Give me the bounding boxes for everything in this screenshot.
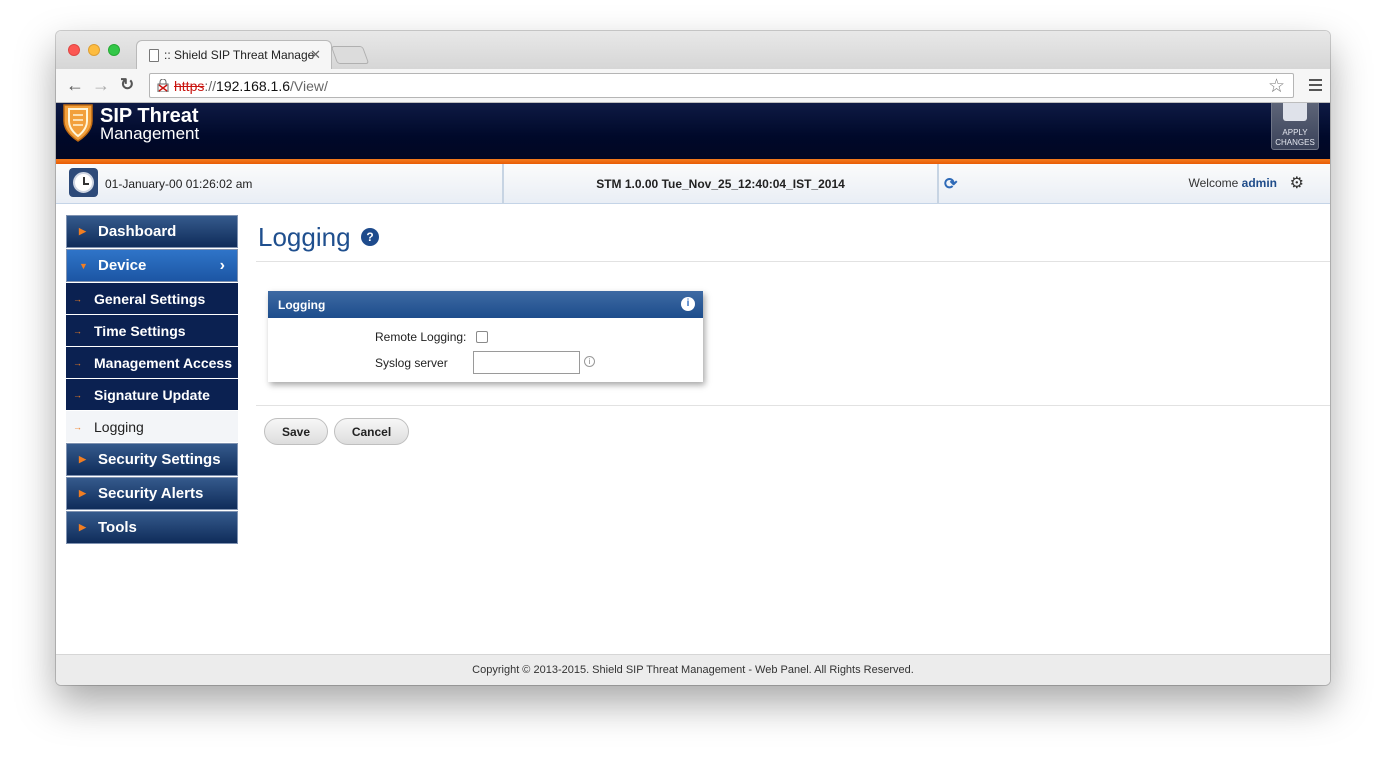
clock-icon (69, 168, 98, 197)
reload-icon[interactable]: ↻ (120, 75, 134, 95)
url-scheme: https (174, 77, 205, 94)
status-divider (937, 164, 939, 204)
sidebar-item-signature-update[interactable]: → Signature Update (66, 379, 238, 410)
panel-header: Logging i (268, 291, 703, 318)
welcome-text: Welcome admin (1189, 176, 1277, 190)
syslog-info-icon[interactable]: i (584, 356, 595, 367)
apply-changes-button[interactable]: APPLY CHANGES (1271, 103, 1319, 150)
sidebar-item-label: Security Alerts (98, 485, 204, 502)
caret-right-icon: ▶ (79, 522, 86, 532)
sidebar-item-device[interactable]: ▼ Device › (66, 249, 238, 282)
address-bar[interactable]: https://192.168.1.6/View/ ☆ (149, 73, 1294, 98)
forward-arrow-icon[interactable]: → (92, 75, 110, 96)
browser-toolbar: ← → ↻ https://192.168.1.6/View/ ☆ (56, 69, 1330, 103)
sidebar-item-label: Time Settings (94, 322, 186, 339)
document-icon (149, 48, 159, 62)
window-controls (68, 44, 120, 56)
sidebar-item-label: Security Settings (98, 451, 221, 468)
bookmark-star-icon[interactable]: ☆ (1268, 75, 1285, 98)
url-path: /View/ (290, 77, 328, 94)
sidebar-nav: ▶ Dashboard ▼ Device › → General Setting… (66, 215, 238, 545)
cancel-button[interactable]: Cancel (334, 418, 409, 445)
zoom-window-button[interactable] (108, 44, 120, 56)
apply-label-line1: APPLY (1282, 128, 1308, 137)
panel-title: Logging (278, 298, 326, 312)
insecure-lock-icon (157, 79, 169, 92)
sidebar-item-security-alerts[interactable]: ▶ Security Alerts (66, 477, 238, 510)
sidebar-item-label: Device (98, 257, 147, 274)
sidebar-item-label: Tools (98, 519, 137, 536)
chevron-right-icon: › (219, 256, 225, 274)
url-host: 192.168.1.6 (216, 77, 290, 94)
sidebar-item-label: Signature Update (94, 386, 210, 403)
new-tab-button[interactable] (330, 46, 370, 64)
apply-label-line2: CHANGES (1275, 138, 1315, 147)
save-button[interactable]: Save (264, 418, 328, 445)
remote-logging-checkbox[interactable] (476, 331, 488, 343)
sidebar-item-label: Logging (94, 418, 144, 435)
refresh-icon[interactable]: ⟳ (944, 174, 957, 194)
save-disk-icon (1283, 103, 1307, 121)
app-header (56, 103, 1330, 159)
footer-copyright: Copyright © 2013-2015. Shield SIP Threat… (56, 654, 1330, 685)
system-datetime: 01-January-00 01:26:02 am (105, 177, 253, 191)
caret-down-icon: ▼ (79, 260, 88, 271)
welcome-prefix: Welcome (1188, 176, 1239, 190)
sidebar-item-tools[interactable]: ▶ Tools (66, 511, 238, 544)
help-icon[interactable]: ? (361, 228, 379, 246)
close-window-button[interactable] (68, 44, 80, 56)
sidebar-item-logging[interactable]: → Logging (66, 411, 238, 442)
divider (256, 261, 1330, 262)
caret-right-icon: ▶ (79, 226, 86, 236)
syslog-server-input[interactable] (473, 351, 580, 374)
shield-logo-icon (63, 104, 93, 142)
url-separator: :// (204, 77, 217, 94)
sidebar-item-label: Management Access (94, 354, 232, 371)
sidebar-item-management-access[interactable]: → Management Access (66, 347, 238, 378)
page-title: Logging (258, 222, 351, 252)
divider (256, 405, 1330, 406)
tab-close-icon[interactable]: ✕ (310, 47, 321, 63)
arrow-right-icon: → (73, 357, 82, 368)
arrow-right-icon: → (73, 325, 82, 336)
sidebar-item-time-settings[interactable]: → Time Settings (66, 315, 238, 346)
sidebar-item-security-settings[interactable]: ▶ Security Settings (66, 443, 238, 476)
syslog-server-label: Syslog server (375, 356, 448, 370)
minimize-window-button[interactable] (88, 44, 100, 56)
sidebar-item-label: Dashboard (98, 223, 177, 240)
arrow-right-icon: → (73, 293, 82, 304)
remote-logging-label: Remote Logging: (375, 330, 467, 344)
gear-icon[interactable]: ⚙ (1290, 173, 1304, 193)
brand-subtitle: Management (100, 124, 200, 143)
info-icon[interactable]: i (681, 297, 695, 311)
status-bar: 01-January-00 01:26:02 am STM 1.0.00 Tue… (56, 164, 1330, 204)
username-link[interactable]: admin (1242, 176, 1277, 190)
caret-right-icon: ▶ (79, 488, 86, 498)
arrow-right-icon: → (73, 389, 82, 400)
tab-strip: :: Shield SIP Threat Management ✕ (56, 31, 1330, 69)
browser-tab[interactable]: :: Shield SIP Threat Management ✕ (136, 40, 332, 69)
sidebar-item-general-settings[interactable]: → General Settings (66, 283, 238, 314)
caret-right-icon: ▶ (79, 454, 86, 464)
firmware-version: STM 1.0.00 Tue_Nov_25_12:40:04_IST_2014 (596, 177, 845, 191)
sidebar-item-dashboard[interactable]: ▶ Dashboard (66, 215, 238, 248)
arrow-right-icon: → (73, 421, 82, 432)
browser-menu-icon[interactable] (1309, 79, 1322, 94)
browser-window: :: Shield SIP Threat Management ✕ ← → ↻ … (56, 31, 1330, 685)
logging-panel: Logging i Remote Logging: Syslog server … (268, 291, 703, 382)
apply-changes-label: APPLY CHANGES (1272, 128, 1318, 148)
sidebar-item-label: General Settings (94, 290, 206, 307)
tab-title: :: Shield SIP Threat Management (164, 48, 314, 62)
back-arrow-icon[interactable]: ← (66, 75, 84, 96)
